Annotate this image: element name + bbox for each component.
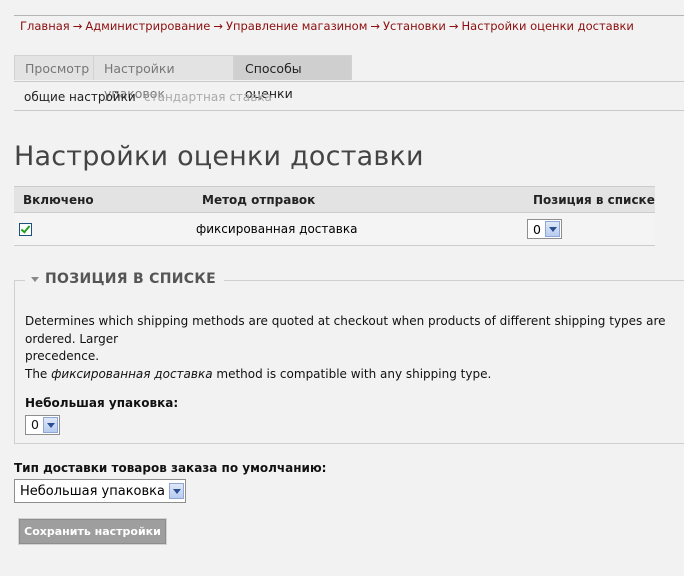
- column-header-position: Позиция в списке: [524, 186, 655, 213]
- collapse-triangle-icon[interactable]: [31, 276, 39, 282]
- position-cell: 0: [524, 212, 655, 246]
- tab-package-settings[interactable]: Настройки упаковок: [93, 55, 234, 101]
- breadcrumb-administration[interactable]: Администрирование: [85, 19, 210, 33]
- chevron-down-icon[interactable]: [42, 416, 58, 433]
- description-line: precedence.: [25, 349, 100, 363]
- primary-tabs: Просмотр Настройки упаковок Способы оцен…: [14, 55, 684, 101]
- enabled-checkbox[interactable]: [19, 223, 32, 236]
- default-type-select[interactable]: Небольшая упаковка: [14, 479, 186, 503]
- small-package-select[interactable]: 0: [25, 414, 60, 435]
- shipping-methods-table: Включено Метод отправок Позиция в списке…: [14, 186, 655, 246]
- table-header-row: Включено Метод отправок Позиция в списке: [14, 186, 655, 213]
- tab-quote-methods[interactable]: Способы оценки: [234, 55, 352, 101]
- tab-view[interactable]: Просмотр: [14, 55, 94, 80]
- position-select-value: 0: [533, 221, 541, 237]
- breadcrumb-store-management[interactable]: Управление магазином: [226, 19, 367, 33]
- default-type-block: Тип доставки товаров заказа по умолчанию…: [14, 461, 326, 503]
- fieldset-legend[interactable]: ПОЗИЦИЯ В СПИСКЕ: [25, 271, 224, 287]
- position-select[interactable]: 0: [527, 219, 562, 239]
- breadcrumb: Главная → Администрирование → Управление маг…: [20, 19, 634, 33]
- description-text: method is compatible with any shipping t…: [212, 366, 492, 381]
- secondary-tabs: общие настройки стандартная ставка: [14, 83, 684, 111]
- position-fieldset: ПОЗИЦИЯ В СПИСКЕ Determines which shippi…: [14, 271, 684, 444]
- top-divider: [14, 15, 684, 16]
- chevron-down-icon[interactable]: [168, 483, 184, 499]
- subtab-standard-rate[interactable]: стандартная ставка: [144, 90, 272, 104]
- description-line: The фиксированная доставка method is com…: [25, 366, 684, 384]
- default-type-select-value: Небольшая упаковка: [20, 483, 165, 499]
- enabled-cell: [14, 212, 193, 246]
- fieldset-description: Determines which shipping methods are qu…: [25, 313, 684, 435]
- breadcrumb-separator: →: [213, 19, 223, 33]
- small-package-label: Небольшая упаковка:: [25, 396, 179, 410]
- default-type-label: Тип доставки товаров заказа по умолчанию…: [14, 461, 327, 475]
- breadcrumb-settings[interactable]: Установки: [383, 19, 446, 33]
- method-cell: фиксированная доставка: [193, 212, 524, 246]
- small-package-select-value: 0: [31, 416, 39, 432]
- description-text: The: [25, 366, 52, 381]
- breadcrumb-separator: →: [72, 19, 83, 33]
- fieldset-legend-label: ПОЗИЦИЯ В СПИСКЕ: [45, 271, 216, 287]
- page-title: Настройки оценки доставки: [14, 141, 424, 172]
- table-row: фиксированная доставка 0: [14, 212, 655, 246]
- description-line: Determines which shipping methods are qu…: [25, 314, 666, 346]
- column-header-enabled: Включено: [14, 186, 193, 213]
- chevron-down-icon[interactable]: [544, 221, 560, 237]
- breadcrumb-shipping-quote-settings[interactable]: Настройки оценки доставки: [462, 19, 634, 33]
- breadcrumb-separator: →: [448, 19, 459, 33]
- breadcrumb-home[interactable]: Главная: [20, 19, 70, 33]
- column-header-method: Метод отправок: [193, 186, 524, 213]
- method-name-emphasis: фиксированная доставка: [51, 366, 213, 381]
- subtab-general-settings[interactable]: общие настройки: [24, 90, 136, 104]
- breadcrumb-separator: →: [370, 19, 381, 33]
- save-settings-button[interactable]: Сохранить настройки: [18, 518, 167, 545]
